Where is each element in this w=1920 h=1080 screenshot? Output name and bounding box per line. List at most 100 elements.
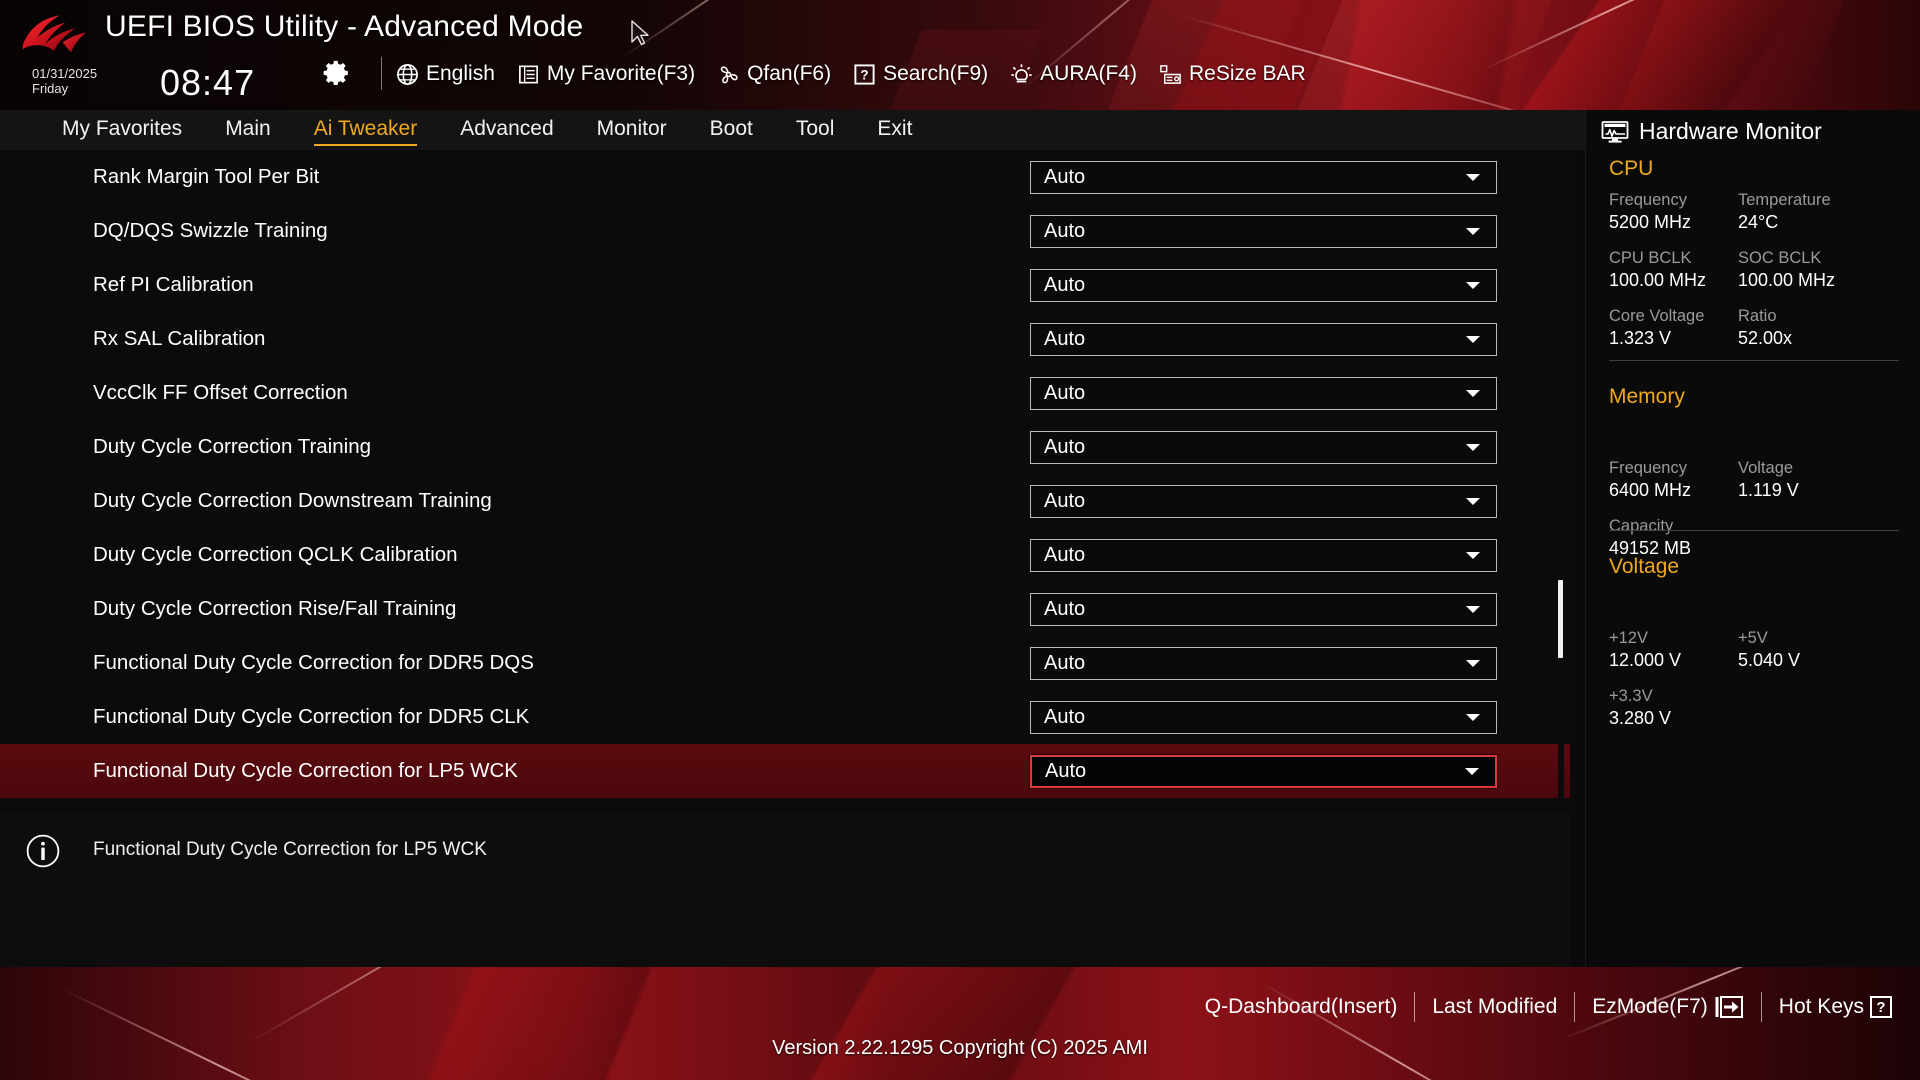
mouse-cursor-icon [630, 20, 652, 46]
setting-dropdown[interactable]: Auto [1030, 754, 1497, 788]
language-button[interactable]: English [396, 62, 495, 86]
svg-text:?: ? [861, 67, 869, 82]
nav-tab-main[interactable]: Main [225, 117, 271, 144]
hw-metric: Ratio 52.00x [1738, 306, 1792, 350]
resize-bar-button[interactable]: ReSize BAR [1159, 62, 1306, 86]
footer-item-last-modified[interactable]: Last Modified [1432, 995, 1557, 1019]
hw-metric-label: +12V [1609, 629, 1648, 647]
nav-tab-ai-tweaker[interactable]: Ai Tweaker [313, 117, 417, 146]
hw-metric-label: Core Voltage [1609, 307, 1705, 325]
setting-row[interactable]: VccClk FF Offset Correction Auto [0, 366, 1570, 420]
language-label: English [426, 62, 495, 85]
nav-tab-monitor[interactable]: Monitor [597, 117, 667, 144]
hw-metric-label: Temperature [1738, 191, 1831, 209]
settings-list: Rank Margin Tool Per Bit Auto DQ/DQS Swizz… [0, 150, 1570, 810]
bios-screen: UEFI BIOS Utility - Advanced Mode 01/31/… [0, 0, 1920, 1080]
hw-metric-label: Capacity [1609, 517, 1674, 535]
setting-dropdown-value: Auto [1045, 759, 1087, 782]
hw-metric-label: +3.3V [1609, 687, 1653, 705]
hw-section-divider [1609, 530, 1899, 531]
setting-label: Duty Cycle Correction Training [93, 435, 371, 458]
nav-tab-exit[interactable]: Exit [877, 117, 912, 144]
setting-dropdown[interactable]: Auto [1030, 700, 1497, 734]
footer-item-ezmode-f7-[interactable]: EzMode(F7) [1592, 995, 1744, 1019]
aura-label: AURA(F4) [1040, 62, 1137, 85]
hw-metric: Core Voltage 1.323 V [1609, 306, 1704, 350]
nav-tab-my-favorites[interactable]: My Favorites [62, 117, 182, 144]
gear-icon[interactable] [322, 58, 352, 88]
footer-item-q-dashboard-insert-[interactable]: Q-Dashboard(Insert) [1205, 995, 1398, 1019]
setting-row[interactable]: Duty Cycle Correction QCLK Calibration Au… [0, 528, 1570, 582]
setting-row[interactable]: Rank Margin Tool Per Bit Auto [0, 150, 1570, 204]
setting-dropdown-value: Auto [1044, 597, 1086, 620]
globe-icon [397, 63, 418, 85]
setting-label: Functional Duty Cycle Correction for LP5… [93, 759, 518, 782]
setting-dropdown-value: Auto [1044, 651, 1086, 674]
hw-metric-value: 5.040 V [1738, 650, 1801, 670]
setting-label: Rx SAL Calibration [93, 327, 266, 350]
scrollbar-thumb[interactable] [1558, 580, 1563, 658]
footer-item-hot-keys[interactable]: Hot Keys? [1779, 995, 1892, 1019]
toolbar-divider [381, 57, 382, 90]
hw-metric: Frequency 6400 MHz [1609, 458, 1691, 502]
nav-tab-boot[interactable]: Boot [710, 117, 753, 144]
date-text: 01/31/2025 [32, 66, 98, 81]
setting-dropdown[interactable]: Auto [1030, 160, 1497, 194]
hw-metric: SOC BCLK 100.00 MHz [1738, 248, 1835, 292]
search-label: Search(F9) [883, 62, 989, 85]
search-button[interactable]: ? Search(F9) [853, 62, 988, 86]
qfan-button[interactable]: Qfan(F6) [717, 62, 831, 86]
setting-label: Duty Cycle Correction Downstream Trainin… [93, 489, 492, 512]
setting-dropdown[interactable]: Auto [1030, 646, 1497, 680]
hw-section-title: CPU [1609, 157, 1654, 180]
setting-row[interactable]: Ref PI Calibration Auto [0, 258, 1570, 312]
nav-tab-advanced[interactable]: Advanced [460, 117, 553, 144]
setting-dropdown[interactable]: Auto [1030, 538, 1497, 572]
setting-dropdown[interactable]: Auto [1030, 376, 1497, 410]
scrollbar-track[interactable] [1558, 150, 1564, 810]
hw-metric: +12V 12.000 V [1609, 628, 1681, 672]
footer-item-label: EzMode(F7) [1592, 995, 1708, 1018]
setting-row[interactable]: Functional Duty Cycle Correction for DDR… [0, 690, 1570, 744]
aura-button[interactable]: AURA(F4) [1010, 62, 1137, 86]
setting-row[interactable]: Functional Duty Cycle Correction for LP5… [0, 744, 1570, 798]
hw-metric-value: 100.00 MHz [1609, 270, 1707, 290]
hw-metric-label: Voltage [1738, 459, 1794, 477]
setting-dropdown-value: Auto [1044, 381, 1086, 404]
day-text: Friday [32, 81, 69, 96]
setting-row[interactable]: Duty Cycle Correction Downstream Trainin… [0, 474, 1570, 528]
setting-dropdown[interactable]: Auto [1030, 268, 1497, 302]
setting-dropdown[interactable]: Auto [1030, 322, 1497, 356]
chevron-down-icon [1466, 551, 1480, 559]
hw-section-divider [1609, 360, 1899, 361]
setting-label: Duty Cycle Correction QCLK Calibration [93, 543, 458, 566]
hw-metric: +3.3V 3.280 V [1609, 686, 1671, 730]
setting-dropdown[interactable]: Auto [1030, 430, 1497, 464]
setting-dropdown-value: Auto [1044, 165, 1086, 188]
hw-metric: Voltage 1.119 V [1738, 458, 1799, 502]
setting-dropdown[interactable]: Auto [1030, 484, 1497, 518]
question-box-icon: ? [854, 63, 875, 85]
setting-row[interactable]: Duty Cycle Correction Training Auto [0, 420, 1570, 474]
arrow-right-box-icon [1714, 995, 1744, 1019]
setting-row[interactable]: Duty Cycle Correction Rise/Fall Training… [0, 582, 1570, 636]
setting-dropdown-value: Auto [1044, 705, 1086, 728]
setting-dropdown[interactable]: Auto [1030, 214, 1497, 248]
page-title: UEFI BIOS Utility - Advanced Mode [105, 10, 584, 43]
setting-row[interactable]: Functional Duty Cycle Correction for DDR… [0, 636, 1570, 690]
setting-dropdown[interactable]: Auto [1030, 592, 1497, 626]
setting-row[interactable]: DQ/DQS Swizzle Training Auto [0, 204, 1570, 258]
my-favorite-button[interactable]: My Favorite(F3) [517, 62, 695, 86]
nav-tab-tool[interactable]: Tool [796, 117, 835, 144]
footer-item-label: Q-Dashboard(Insert) [1204, 995, 1398, 1018]
setting-label: Functional Duty Cycle Correction for DDR… [93, 705, 530, 728]
setting-label: DQ/DQS Swizzle Training [93, 219, 328, 242]
chevron-down-icon [1466, 173, 1480, 181]
setting-row[interactable]: Rx SAL Calibration Auto [0, 312, 1570, 366]
chevron-down-icon [1466, 713, 1480, 721]
help-text: Functional Duty Cycle Correction for LP5… [93, 839, 487, 860]
hw-metric-value: 1.323 V [1609, 328, 1672, 348]
version-text: Version 2.22.1295 Copyright (C) 2025 AMI [772, 1037, 1148, 1059]
help-panel: Functional Duty Cycle Correction for LP5… [0, 812, 1570, 967]
footer-divider [1414, 992, 1416, 1022]
